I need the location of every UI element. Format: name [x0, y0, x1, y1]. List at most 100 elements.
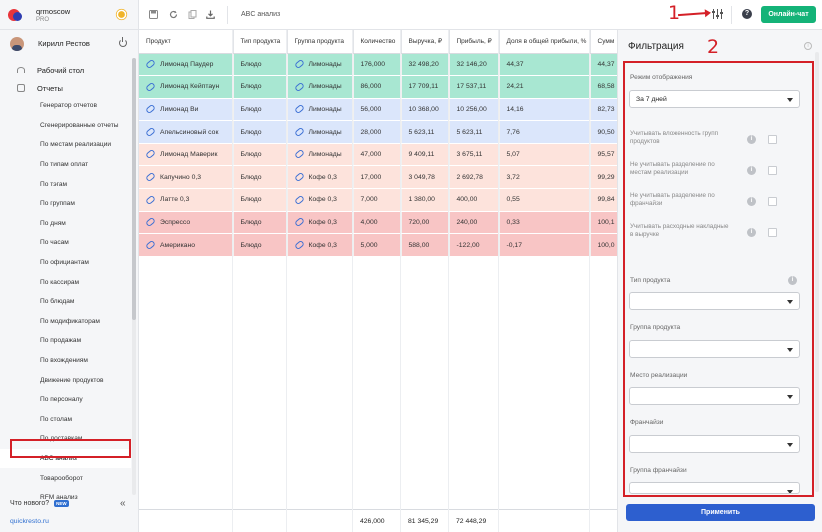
link-icon[interactable] [293, 81, 305, 92]
table-row[interactable]: Капучино 0,3 Блюдо Кофе 0,3 17,000 3 049,78 2… [139, 165, 617, 190]
cell-cum: 90,50 [590, 120, 617, 144]
sidebar-report-item[interactable]: По продажам [0, 331, 131, 351]
link-icon[interactable] [145, 194, 156, 205]
column-divider [400, 30, 401, 532]
filter-info-icon[interactable]: i [804, 42, 812, 50]
chevron-down-icon [787, 490, 793, 493]
product-type-select[interactable] [629, 292, 800, 310]
sidebar-report-item[interactable]: Генератор отчетов [0, 96, 131, 116]
link-icon[interactable] [145, 126, 156, 137]
info-icon[interactable]: i [747, 166, 756, 175]
collapse-sidebar-icon[interactable]: « [120, 498, 126, 509]
apply-button[interactable]: Применить [626, 504, 815, 521]
table-row[interactable]: Лимонад Кейптаун Блюдо Лимонады 86,000 17 70… [139, 75, 617, 99]
sidebar-report-item[interactable]: По дням [0, 214, 131, 234]
column-header[interactable]: Группа продукта [287, 30, 354, 54]
column-header[interactable]: Продукт [139, 30, 234, 54]
column-header[interactable]: Выручка, ₽ [401, 30, 450, 54]
theme-toggle-sun-icon[interactable] [118, 11, 125, 18]
cell-qty: 56,000 [353, 98, 402, 122]
link-icon[interactable] [145, 103, 156, 115]
sidebar-report-item[interactable]: По вхождениям [0, 351, 131, 371]
link-icon[interactable] [293, 216, 305, 228]
sidebar-report-item[interactable]: По модификаторам [0, 312, 131, 332]
help-icon[interactable]: ? [742, 9, 752, 19]
column-header[interactable]: Сумм [590, 30, 617, 54]
product-group-select[interactable] [629, 340, 800, 358]
sidebar-report-item[interactable]: По типам оплат [0, 155, 131, 175]
franchise-group-select[interactable] [629, 482, 800, 494]
sale-place-select[interactable] [629, 387, 800, 405]
column-header[interactable]: Количество [353, 30, 402, 54]
sidebar-report-item[interactable]: По тэгам [0, 174, 131, 194]
table-row[interactable]: Эспрессо Блюдо Кофе 0,3 4,000 720,00 240,00 0,… [139, 211, 617, 235]
info-icon[interactable]: i [747, 197, 756, 206]
cell-product: Лимонад Кейптаун [139, 75, 234, 99]
checkbox-no-franchise[interactable] [768, 197, 777, 206]
logout-power-icon[interactable] [119, 37, 127, 47]
cell-text: Лимонады [308, 105, 342, 113]
franchise-select[interactable] [629, 435, 800, 453]
link-icon[interactable] [293, 103, 305, 115]
filter-sliders-icon[interactable] [712, 8, 724, 20]
table-row[interactable]: Американо Блюдо Кофе 0,3 5,000 588,00 -122,00… [139, 233, 617, 257]
sidebar-report-item[interactable]: Товарооборот [0, 468, 131, 488]
link-icon[interactable] [293, 239, 305, 250]
link-icon[interactable] [145, 58, 156, 70]
sidebar-report-item[interactable]: Сгенерированные отчеты [0, 116, 131, 136]
display-mode-select[interactable]: За 7 дней [629, 90, 800, 108]
sidebar-report-item[interactable]: По доставкам [0, 429, 131, 449]
sidebar-report-item[interactable]: По блюдам [0, 292, 131, 312]
copy-icon[interactable] [188, 10, 197, 19]
link-icon[interactable] [145, 216, 156, 228]
sidebar-scrollbar-thumb[interactable] [132, 58, 136, 320]
checkbox-no-places[interactable] [768, 166, 777, 175]
link-icon[interactable] [293, 194, 305, 205]
checkbox-expense-invoices[interactable] [768, 228, 777, 237]
table-row[interactable]: Лимонад Ви Блюдо Лимонады 56,000 10 368,00 10… [139, 98, 617, 122]
site-link[interactable]: quickresto.ru [10, 518, 49, 525]
chevron-down-icon [787, 300, 793, 304]
link-icon[interactable] [145, 149, 156, 160]
table-row[interactable]: Апельсиновый сок Блюдо Лимонады 28,000 5 623… [139, 120, 617, 144]
sidebar-report-item[interactable]: По кассирам [0, 272, 131, 292]
whats-new-link[interactable]: Что нового? NEW [10, 500, 69, 507]
sidebar-report-item[interactable]: ABC анализ [0, 448, 131, 469]
save-icon[interactable] [149, 10, 158, 19]
check-label-no-franchise: Не учитывать разделение по франчайзи [630, 192, 715, 207]
filter-scrollbar[interactable] [815, 52, 819, 492]
info-icon[interactable]: i [747, 228, 756, 237]
link-icon[interactable] [145, 239, 156, 250]
sidebar-report-item[interactable]: По местам реализации [0, 135, 131, 155]
column-header[interactable]: Прибыль, ₽ [449, 30, 500, 54]
user-profile[interactable]: Кирилл Рестов [0, 30, 138, 57]
sidebar-report-item[interactable]: Движение продуктов [0, 370, 131, 390]
info-icon[interactable]: i [747, 135, 756, 144]
download-icon[interactable] [206, 10, 215, 19]
sidebar-report-item[interactable]: По группам [0, 194, 131, 214]
table-row[interactable]: Латте 0,3 Блюдо Кофе 0,3 7,000 1 380,00 400,0… [139, 188, 617, 212]
nav-item-dashboard[interactable]: Рабочий стол [0, 61, 138, 79]
brand-name: qrmoscow [36, 6, 71, 16]
column-header[interactable]: Тип продукта [233, 30, 288, 54]
cell-profit: 32 146,20 [449, 53, 500, 77]
table-row[interactable]: Лимонад Маверик Блюдо Лимонады 47,000 9 409,… [139, 143, 617, 167]
sidebar-report-item[interactable]: По персоналу [0, 390, 131, 410]
link-icon[interactable] [145, 171, 156, 183]
link-icon[interactable] [293, 149, 305, 160]
sidebar-report-item[interactable]: По официантам [0, 253, 131, 273]
table-row[interactable]: Лимонад Паудер Блюдо Лимонады 176,000 32 498… [139, 53, 617, 77]
info-icon[interactable]: i [788, 276, 797, 285]
online-chat-button[interactable]: Онлайн-чат [761, 6, 816, 23]
link-icon[interactable] [293, 58, 305, 70]
column-header[interactable]: Доля в общей прибыли, % [499, 30, 591, 54]
sidebar-report-item[interactable]: По столам [0, 410, 131, 430]
brand-header[interactable]: qrmoscow PRO [0, 0, 138, 30]
link-icon[interactable] [293, 171, 305, 183]
checkbox-nested-groups[interactable] [768, 135, 777, 144]
sidebar-report-item[interactable]: По часам [0, 233, 131, 253]
link-icon[interactable] [145, 81, 156, 92]
nav-item-reports[interactable]: Отчеты [0, 79, 138, 97]
refresh-icon[interactable] [169, 10, 178, 19]
link-icon[interactable] [293, 126, 305, 137]
